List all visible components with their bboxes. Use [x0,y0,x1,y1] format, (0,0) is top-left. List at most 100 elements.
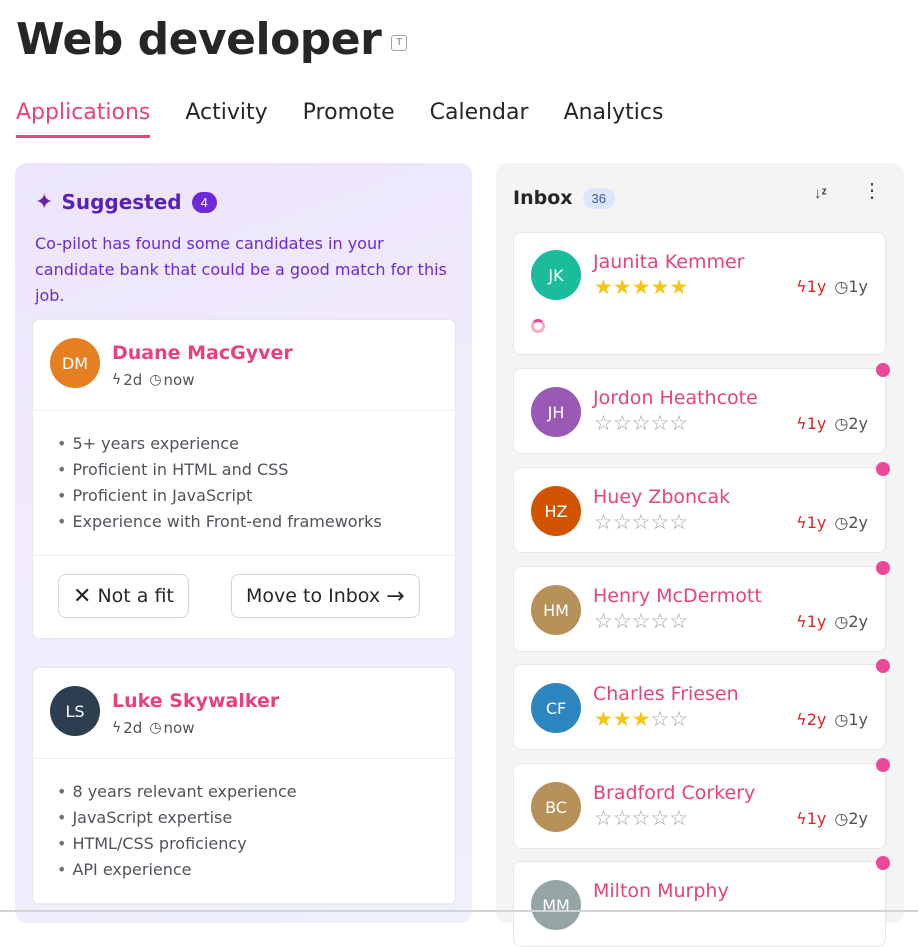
tab-bar: Applications Activity Promote Calendar A… [16,100,698,138]
clock-icon: ◷ [149,372,162,388]
bolt-icon: ϟ1y [796,277,827,296]
candidate-name[interactable]: Bradford Corkery [593,782,755,804]
candidate-name[interactable]: Luke Skywalker [112,690,279,712]
avatar: MM [531,880,581,930]
candidate-activity: 1y [806,612,827,631]
star-icon[interactable]: ☆ [613,610,632,633]
star-rating[interactable]: ☆☆☆☆☆ [594,609,688,634]
candidate-name[interactable]: Milton Murphy [593,880,729,902]
inbox-candidate-card[interactable]: HM Henry McDermott ☆☆☆☆☆ ϟ1y ◷2y [513,561,890,652]
candidate-meta: ϟ 2d ◷ now [112,719,195,737]
star-icon[interactable]: ☆ [632,511,651,534]
unread-dot [876,561,890,575]
more-vertical-icon[interactable]: ⋮ [862,181,882,201]
star-icon[interactable]: ★ [613,276,632,299]
star-icon[interactable]: ★ [594,708,613,731]
candidate-name[interactable]: Huey Zboncak [593,486,730,508]
tab-analytics[interactable]: Analytics [564,100,664,138]
star-rating[interactable]: ☆☆☆☆☆ [594,411,688,436]
star-icon[interactable]: ☆ [650,511,669,534]
candidate-name[interactable]: Henry McDermott [593,585,762,607]
star-icon[interactable]: ☆ [632,807,651,830]
star-rating[interactable]: ☆☆☆☆☆ [594,510,688,535]
suggested-panel: ✦ Suggested 4 Co-pilot has found some ca… [15,163,472,923]
candidate-name[interactable]: Jaunita Kemmer [593,251,744,273]
star-icon[interactable]: ☆ [669,511,688,534]
inbox-count-badge: 36 [582,187,615,209]
clock-icon: ◷2y [834,612,868,631]
unread-dot [876,363,890,377]
candidate-highlights: 5+ years experience Proficient in HTML a… [33,411,455,556]
star-icon[interactable]: ☆ [613,807,632,830]
clock-icon: ◷2y [834,513,868,532]
unread-dot [876,856,890,870]
inbox-candidate-card[interactable]: JK Jaunita Kemmer ★★★★★ ϟ1y ◷1y [513,232,886,355]
star-icon[interactable]: ☆ [594,807,613,830]
suggested-title: Suggested [61,190,182,214]
inbox-candidate-card[interactable]: BC Bradford Corkery ☆☆☆☆☆ ϟ1y ◷2y [513,758,890,849]
list-item: Proficient in HTML and CSS [57,457,455,483]
candidate-time: now [163,719,195,737]
candidate-name[interactable]: Duane MacGyver [112,342,293,364]
tab-activity[interactable]: Activity [185,100,267,138]
avatar: BC [531,782,581,832]
inbox-panel: Inbox 36 ↓ᶻ ⋮ JK Jaunita Kemmer ★★★★★ ϟ1y … [496,163,904,947]
candidate-name[interactable]: Charles Friesen [593,683,739,705]
candidate-name[interactable]: Jordon Heathcote [593,387,758,409]
star-icon[interactable]: ☆ [669,412,688,435]
clock-icon: ◷1y [834,277,868,296]
star-icon[interactable]: ☆ [669,610,688,633]
star-icon[interactable]: ★ [594,276,613,299]
candidate-meta: ϟ2y ◷1y [796,710,868,729]
star-icon[interactable]: ☆ [669,708,688,731]
candidate-activity: 2y [806,710,827,729]
inbox-candidate-card[interactable]: HZ Huey Zboncak ☆☆☆☆☆ ϟ1y ◷2y [513,462,890,553]
candidate-time: 2y [848,513,868,532]
star-icon[interactable]: ☆ [650,610,669,633]
star-icon[interactable]: ★ [632,276,651,299]
suggested-header: ✦ Suggested 4 [35,189,217,215]
inbox-candidate-card[interactable]: MM Milton Murphy [513,856,890,947]
bolt-icon: ϟ [112,372,122,388]
star-rating[interactable]: ★★★★★ [594,275,688,300]
not-a-fit-button[interactable]: ✕ Not a fit [58,574,189,618]
star-icon[interactable]: ★ [650,276,669,299]
star-icon[interactable]: ★ [613,708,632,731]
star-icon[interactable]: ★ [669,276,688,299]
candidate-highlights: 8 years relevant experience JavaScript e… [33,759,455,904]
inbox-candidate-card[interactable]: CF Charles Friesen ★★★☆☆ ϟ2y ◷1y [513,659,890,750]
text-icon[interactable]: T [391,34,408,51]
inbox-candidate-card[interactable]: JH Jordon Heathcote ☆☆☆☆☆ ϟ1y ◷2y [513,363,890,454]
sort-icon[interactable]: ↓ᶻ [814,185,827,202]
star-icon[interactable]: ☆ [632,610,651,633]
star-icon[interactable]: ☆ [650,412,669,435]
tab-applications[interactable]: Applications [16,100,151,138]
candidate-meta: ϟ1y ◷2y [796,513,868,532]
list-item: Proficient in JavaScript [57,483,455,509]
star-icon[interactable]: ★ [632,708,651,731]
star-icon[interactable]: ☆ [632,412,651,435]
list-item: JavaScript expertise [57,805,455,831]
candidate-activity: 1y [806,277,827,296]
avatar: LS [50,686,100,736]
star-icon[interactable]: ☆ [594,610,613,633]
star-icon[interactable]: ☆ [594,412,613,435]
candidate-time: 2y [848,809,868,828]
star-icon[interactable]: ☆ [650,708,669,731]
star-rating[interactable]: ☆☆☆☆☆ [594,806,688,831]
candidate-header: LS Luke Skywalker ϟ 2d ◷ now [33,668,455,759]
star-icon[interactable]: ☆ [650,807,669,830]
star-icon[interactable]: ☆ [613,412,632,435]
star-rating[interactable]: ★★★☆☆ [594,707,688,732]
move-to-inbox-button[interactable]: Move to Inbox → [231,574,420,618]
star-icon[interactable]: ☆ [613,511,632,534]
candidate-meta: ϟ1y ◷2y [796,414,868,433]
tab-calendar[interactable]: Calendar [430,100,529,138]
candidate-activity: 1y [806,513,827,532]
candidate-activity: 1y [806,809,827,828]
candidate-header: DM Duane MacGyver ϟ 2d ◷ now [33,320,455,411]
star-icon[interactable]: ☆ [594,511,613,534]
candidate-meta: ϟ1y ◷1y [796,277,868,296]
star-icon[interactable]: ☆ [669,807,688,830]
tab-promote[interactable]: Promote [303,100,395,138]
